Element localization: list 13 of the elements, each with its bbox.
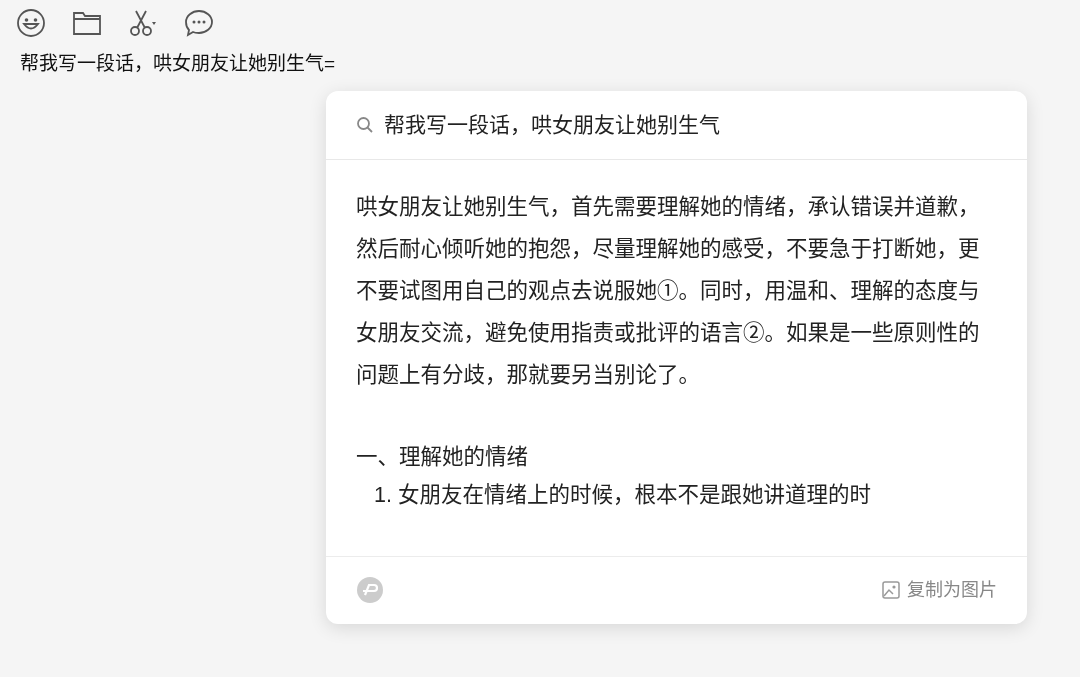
chat-bubble-icon[interactable] — [184, 8, 214, 38]
smiley-icon[interactable] — [16, 8, 46, 38]
scissors-icon[interactable] — [128, 8, 158, 38]
list-item: 1. 女朋友在情绪上的时候，根本不是跟她讲道理的时 — [373, 481, 872, 509]
query-text: 帮我写一段话，哄女朋友让她别生气 — [384, 111, 720, 138]
copy-as-image-button[interactable]: 复制为图片 — [881, 576, 997, 604]
section-heading: 一、理解她的情绪 — [356, 443, 529, 471]
logo-icon — [356, 576, 384, 604]
answer-paragraph: 哄女朋友让她别生气，首先需要理解她的情绪，承认错误并道歉，然后耐心倾听她的抱怨，尽量理解她的感受，不要急于打断她，更不要试图用自己的观点去说服她①。同时，用温和、理解的态度与女朋友交流，避免使用指责或批评的语言②。如果是一些原则性的问题上有分歧，那就要另当别论了。 — [356, 193, 981, 389]
image-icon — [881, 580, 901, 600]
folder-icon[interactable] — [72, 10, 102, 36]
message-input[interactable]: 帮我写一段话，哄女朋友让她别生气= — [0, 38, 600, 79]
search-icon — [356, 115, 374, 134]
